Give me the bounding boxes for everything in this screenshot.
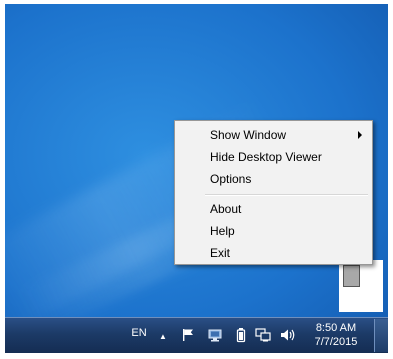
taskbar-clock[interactable]: 8:50 AM 7/7/2015 (305, 321, 367, 351)
desktop[interactable]: Show Window Hide Desktop Viewer Options … (5, 4, 388, 353)
chevron-up-icon[interactable]: ▲ (157, 330, 169, 342)
show-desktop-button[interactable] (374, 319, 388, 352)
menu-item-options[interactable]: Options (177, 168, 370, 190)
menu-item-label: Options (210, 172, 252, 186)
menu-item-label: Help (210, 224, 235, 238)
clock-date: 7/7/2015 (314, 336, 358, 348)
menu-item-show-window[interactable]: Show Window (177, 124, 370, 146)
menu-item-label: Exit (210, 246, 231, 260)
desktop-viewer-preview[interactable] (339, 260, 383, 312)
language-indicator[interactable]: EN (129, 326, 149, 340)
menu-item-help[interactable]: Help (177, 220, 370, 242)
menu-item-label: About (210, 202, 242, 216)
menu-item-hide-desktop-viewer[interactable]: Hide Desktop Viewer (177, 146, 370, 168)
volume-icon[interactable] (279, 327, 297, 343)
battery-icon[interactable] (233, 327, 249, 343)
menu-item-about[interactable]: About (177, 198, 370, 220)
menu-item-label: Hide Desktop Viewer (210, 150, 322, 164)
clock-time: 8:50 AM (315, 322, 357, 334)
flag-icon[interactable] (180, 327, 196, 343)
taskbar: EN ▲ 8:50 AM 7/7/2015 (5, 317, 388, 353)
menu-separator (205, 194, 368, 196)
monitor-icon[interactable] (207, 327, 223, 343)
submenu-arrow-icon (358, 131, 362, 139)
network-icon[interactable] (255, 327, 271, 343)
menu-item-exit[interactable]: Exit (177, 242, 370, 264)
tray-context-menu: Show Window Hide Desktop Viewer Options … (174, 120, 373, 265)
preview-thumbnail (343, 265, 360, 287)
menu-item-label: Show Window (210, 128, 287, 142)
